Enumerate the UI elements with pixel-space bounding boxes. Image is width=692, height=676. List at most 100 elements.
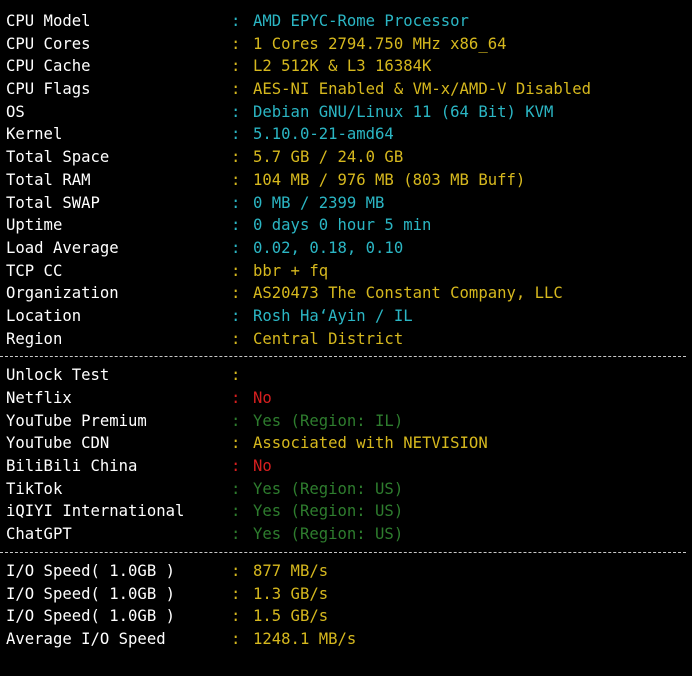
row-label: Location [6, 306, 82, 325]
row-colon: : [231, 457, 241, 476]
io-speed-row: I/O Speed( 1.0GB ):1.3 GB/s [6, 583, 692, 606]
row-label: I/O Speed( 1.0GB ) [6, 584, 175, 603]
row-value: 1.5 GB/s [253, 607, 329, 626]
section-divider [0, 356, 686, 358]
row-colon: : [231, 561, 241, 580]
row-colon: : [231, 411, 241, 430]
system-info-row: Total RAM:104 MB / 976 MB (803 MB Buff) [6, 169, 692, 192]
system-info-row: Kernel:5.10.0-21-amd64 [6, 123, 692, 146]
system-info-row: CPU Cache: L2 512K & L3 16384K [6, 55, 692, 78]
row-colon: : [231, 629, 241, 648]
row-value: 5.10.0-21-amd64 [253, 125, 394, 144]
system-info-row: Region: Central District [6, 328, 692, 351]
unlock-test-row: BiliBili China: No [6, 455, 692, 478]
row-label: TikTok [6, 479, 63, 498]
io-speed-section: I/O Speed( 1.0GB ):877 MB/s I/O Speed( 1.… [6, 560, 692, 651]
system-info-row: CPU Model: AMD EPYC-Rome Processor [6, 10, 692, 33]
unlock-test-row: ChatGPT: Yes (Region: US) [6, 523, 692, 546]
row-label: I/O Speed( 1.0GB ) [6, 607, 175, 626]
unlock-test-section: Unlock Test: Netflix: No YouTube Premium: Ye… [6, 364, 692, 546]
system-info-row: CPU Flags: AES-NI Enabled & VM-x/AMD-V Di… [6, 78, 692, 101]
row-value: No [253, 389, 272, 407]
row-colon: : [231, 170, 241, 189]
row-colon: : [231, 238, 241, 257]
row-value: Debian GNU/Linux 11 (64 Bit) KVM [253, 102, 554, 121]
row-label: CPU Flags [6, 80, 91, 99]
row-label: Organization [6, 284, 119, 303]
row-colon: : [231, 479, 241, 498]
row-colon: : [231, 34, 241, 53]
row-colon: : [231, 366, 241, 385]
row-colon: : [231, 12, 241, 30]
row-label: ChatGPT [6, 525, 72, 544]
row-colon: : [231, 434, 241, 453]
row-colon: : [231, 57, 241, 76]
row-label: Load Average [6, 238, 119, 257]
row-label: Kernel [6, 125, 63, 144]
row-label: Total Space [6, 148, 110, 167]
row-value: 1.3 GB/s [253, 584, 329, 603]
system-info-row: CPU Cores:1 Cores 2794.750 MHz x86_64 [6, 33, 692, 56]
row-colon: : [231, 125, 241, 144]
row-label: Average I/O Speed [6, 629, 166, 648]
row-value: 5.7 GB / 24.0 GB [253, 148, 404, 167]
section-divider [0, 551, 686, 553]
unlock-test-row: TikTok: Yes (Region: US) [6, 478, 692, 501]
row-value: bbr + fq [253, 261, 329, 280]
row-colon: : [231, 525, 241, 544]
row-colon: : [231, 102, 241, 121]
row-value: AMD EPYC-Rome Processor [253, 12, 469, 30]
row-colon: : [231, 329, 241, 348]
row-label: CPU Model [6, 12, 91, 30]
row-label: YouTube Premium [6, 411, 147, 430]
row-label: Total SWAP [6, 193, 100, 212]
row-value: Yes (Region: US) [253, 502, 404, 521]
row-colon: : [231, 216, 241, 235]
system-info-row: OS: Debian GNU/Linux 11 (64 Bit) KVM [6, 101, 692, 124]
row-value: Yes (Region: US) [253, 479, 404, 498]
row-label: I/O Speed( 1.0GB ) [6, 561, 175, 580]
unlock-test-row: Unlock Test: [6, 364, 692, 387]
unlock-test-row: iQIYI International: Yes (Region: US) [6, 500, 692, 523]
row-colon: : [231, 306, 241, 325]
row-label: OS [6, 102, 25, 121]
system-info-section: CPU Model: AMD EPYC-Rome Processor CPU Cor… [6, 10, 692, 350]
unlock-test-row: YouTube Premium: Yes (Region: IL) [6, 410, 692, 433]
unlock-test-row: YouTube CDN: Associated with NETVISION [6, 432, 692, 455]
row-value: Rosh Ha‘Ayin / IL [253, 306, 413, 325]
row-value: AES-NI Enabled & VM-x/AMD-V Disabled [253, 80, 591, 99]
unlock-test-row: Netflix: No [6, 387, 692, 410]
system-info-row: Location: Rosh Ha‘Ayin / IL [6, 305, 692, 328]
row-colon: : [231, 261, 241, 280]
row-value: Yes (Region: IL) [253, 411, 404, 430]
row-value: 877 MB/s [253, 561, 329, 580]
row-value: Central District [253, 329, 404, 348]
row-label: Uptime [6, 216, 63, 235]
row-value: Yes (Region: US) [253, 525, 404, 544]
row-value: No [253, 457, 272, 476]
row-label: CPU Cache [6, 57, 91, 76]
row-label: Unlock Test [6, 366, 110, 385]
system-info-row: Load Average:0.02, 0.18, 0.10 [6, 237, 692, 260]
row-label: iQIYI International [6, 502, 185, 521]
row-colon: : [231, 193, 241, 212]
row-value: 1 Cores 2794.750 MHz x86_64 [253, 34, 507, 53]
row-label: Netflix [6, 389, 72, 407]
row-label: TCP CC [6, 261, 63, 280]
row-colon: : [231, 502, 241, 521]
system-info-row: TCP CC: bbr + fq [6, 260, 692, 283]
row-colon: : [231, 284, 241, 303]
row-value: AS20473 The Constant Company, LLC [253, 284, 563, 303]
row-colon: : [231, 607, 241, 626]
row-colon: : [231, 80, 241, 99]
row-value: Associated with NETVISION [253, 434, 488, 453]
row-value: 0 days 0 hour 5 min [253, 216, 432, 235]
row-value: 104 MB / 976 MB (803 MB Buff) [253, 170, 526, 189]
row-colon: : [231, 389, 241, 407]
row-value: 1248.1 MB/s [253, 629, 357, 648]
system-info-row: Total SWAP:0 MB / 2399 MB [6, 192, 692, 215]
io-speed-row: I/O Speed( 1.0GB ):877 MB/s [6, 560, 692, 583]
row-value: 0.02, 0.18, 0.10 [253, 238, 404, 257]
terminal-window: CPU Model: AMD EPYC-Rome Processor CPU Cor… [0, 0, 692, 676]
system-info-row: Total Space:5.7 GB / 24.0 GB [6, 146, 692, 169]
